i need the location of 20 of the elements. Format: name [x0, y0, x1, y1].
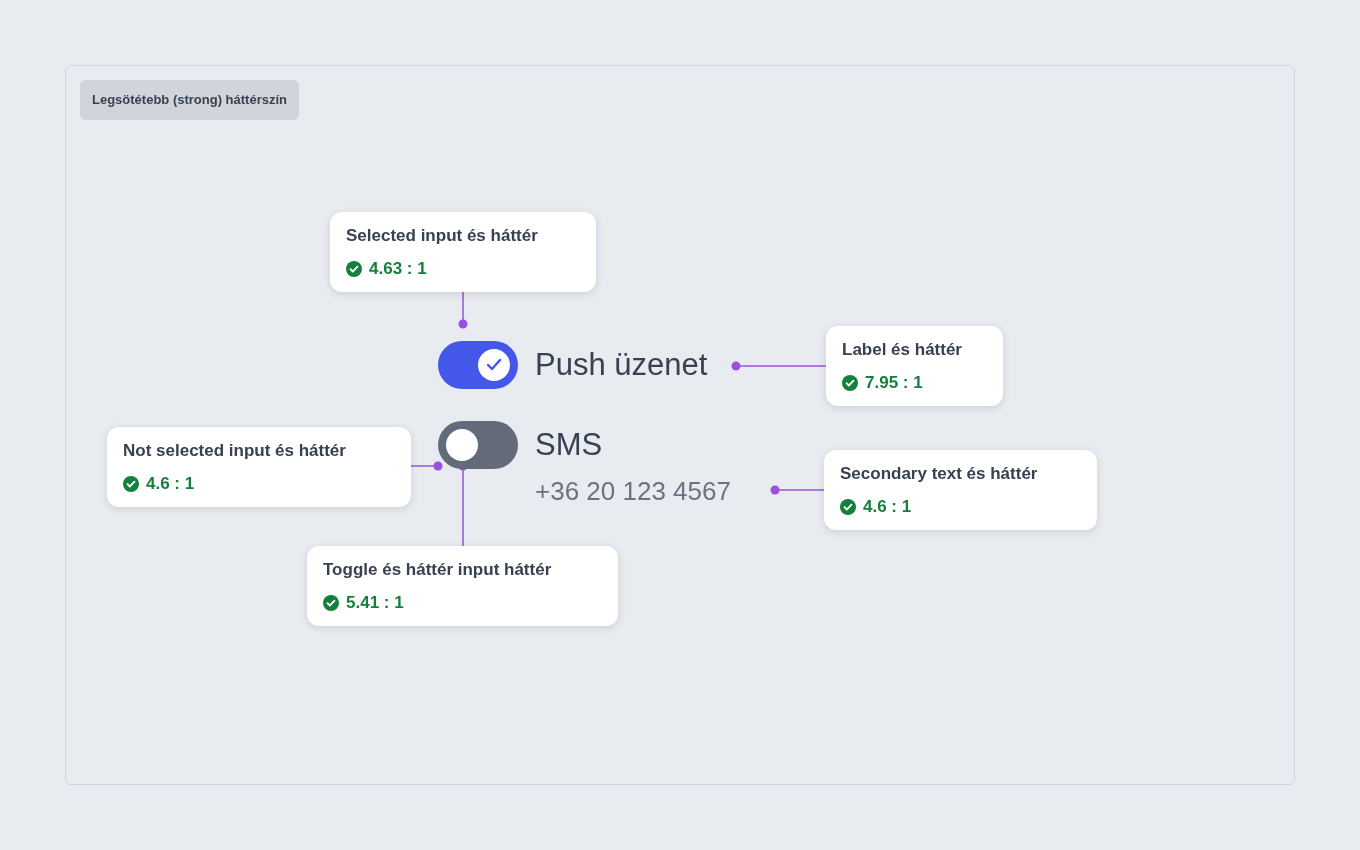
annotation-title: Toggle és háttér input háttér [323, 558, 553, 581]
contrast-ratio: 5.41 : 1 [346, 592, 404, 614]
check-icon [486, 358, 502, 372]
contrast-ratio: 4.6 : 1 [863, 496, 912, 518]
toggle-switch[interactable] [438, 341, 518, 389]
canvas-label: Legsötétebb (strong) háttérszín [80, 80, 299, 120]
annotation-title: Secondary text és háttér [840, 462, 1039, 485]
leader-line [458, 291, 468, 329]
annotation-title: Selected input és háttér [346, 224, 539, 247]
contrast-ratio: 7.95 : 1 [865, 372, 923, 394]
phone-number: +36 20 123 4567 [535, 476, 731, 506]
contrast-ratio: 4.63 : 1 [369, 258, 427, 280]
toggle-label: Push üzenet [535, 347, 708, 383]
contrast-ratio: 4.6 : 1 [146, 473, 195, 495]
leader-line [770, 485, 825, 495]
toggle-label: SMS [535, 427, 603, 463]
leader-line [410, 461, 443, 471]
annotation-title: Not selected input és háttér [123, 439, 347, 462]
toggle-switch[interactable] [438, 421, 518, 469]
annotation-title: Label és háttér [842, 338, 963, 361]
